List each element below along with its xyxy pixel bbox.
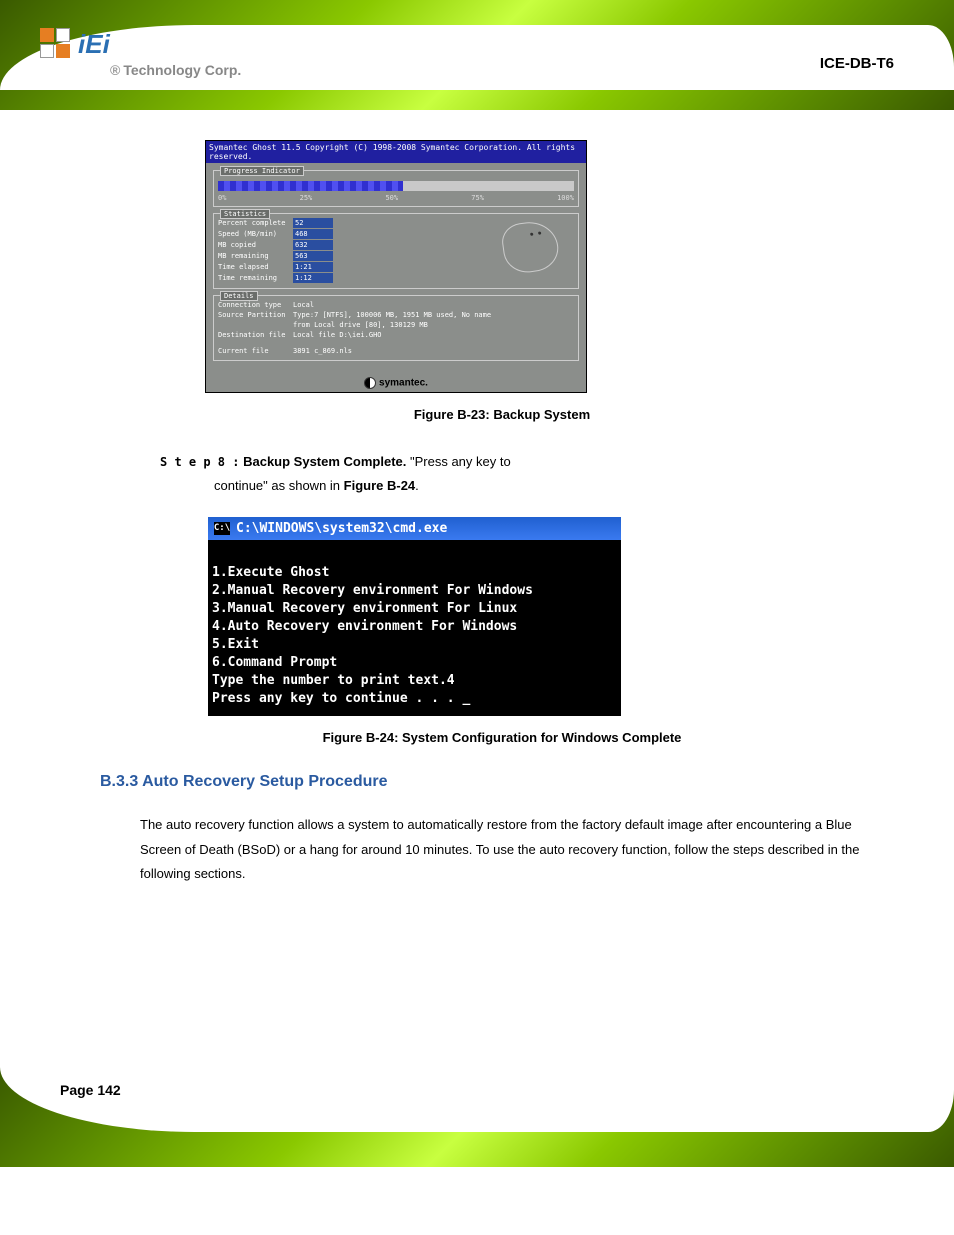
footer-band: Page 142	[0, 1067, 954, 1167]
step-text: "Press any key to	[406, 454, 510, 469]
stats-panel-label: Statistics	[220, 209, 270, 219]
stat-val: 1:21	[293, 262, 333, 272]
progress-panel: Progress Indicator 0% 25% 50% 75% 100%	[213, 170, 579, 207]
symantec-text: symantec.	[379, 378, 428, 389]
symantec-logo: symantec.	[206, 374, 586, 392]
step-text: .	[415, 478, 419, 493]
step-8: S t e p 8 : Backup System Complete. "Pre…	[140, 450, 864, 497]
detail-val: 3891 c_869.nls	[293, 346, 352, 356]
tick-100: 100%	[557, 194, 574, 202]
cmd-line: 5.Exit	[212, 637, 259, 652]
intro-paragraph: The auto recovery function allows a syst…	[140, 813, 864, 887]
cmd-icon: C:\	[214, 522, 230, 535]
detail-label: Destination file	[218, 330, 293, 340]
stat-val: 468	[293, 229, 333, 239]
logo-area: iEi	[40, 28, 110, 60]
detail-label: Connection type	[218, 300, 293, 310]
progress-fill	[218, 181, 403, 191]
cmd-titlebar: C:\ C:\WINDOWS\system32\cmd.exe	[208, 517, 621, 540]
cmd-line: Type the number to print text.4	[212, 673, 455, 688]
company-name: Technology Corp.	[123, 62, 241, 78]
stat-label: Time elapsed	[218, 262, 293, 273]
footer-swoosh	[0, 1067, 954, 1132]
figure-ref: Figure B-24	[344, 478, 416, 493]
logo-squares	[40, 28, 70, 60]
symantec-icon	[364, 377, 376, 389]
stat-label: MB copied	[218, 240, 293, 251]
progress-ticks: 0% 25% 50% 75% 100%	[218, 194, 574, 202]
cmd-line: 3.Manual Recovery environment For Linux	[212, 601, 517, 616]
stats-panel: Statistics Percent complete52 Speed (MB/…	[213, 213, 579, 289]
cmd-line: 1.Execute Ghost	[212, 565, 329, 580]
tick-25: 25%	[300, 194, 313, 202]
header-band: iEi ®Technology Corp. ICE-DB-T6	[0, 0, 954, 110]
cmd-title: C:\WINDOWS\system32\cmd.exe	[236, 521, 447, 536]
section-heading: B.3.3 Auto Recovery Setup Procedure	[100, 773, 864, 791]
detail-val: Type:7 [NTFS], 100006 MB, 1951 MB used, …	[293, 310, 491, 320]
ghost-titlebar: Symantec Ghost 11.5 Copyright (C) 1998-2…	[206, 141, 586, 163]
page-number: Page 142	[60, 1082, 121, 1098]
progress-label: Progress Indicator	[220, 166, 304, 176]
detail-val: Local	[293, 300, 314, 310]
stat-val: 563	[293, 251, 333, 261]
detail-label: Current file	[218, 346, 293, 356]
stat-label: MB remaining	[218, 251, 293, 262]
figure-ghost: Symantec Ghost 11.5 Copyright (C) 1998-2…	[205, 140, 864, 393]
stat-val: 632	[293, 240, 333, 250]
page-content: Symantec Ghost 11.5 Copyright (C) 1998-2…	[0, 110, 954, 947]
registered-mark: ®	[110, 62, 120, 78]
cmd-line: 6.Command Prompt	[212, 655, 337, 670]
stat-label: Percent complete	[218, 218, 293, 229]
details-panel-label: Details	[220, 291, 258, 301]
product-title: ICE-DB-T6	[820, 55, 894, 72]
figure-caption-23: Figure B-23: Backup System	[140, 407, 864, 422]
tick-50: 50%	[385, 194, 398, 202]
progress-bar	[218, 181, 574, 191]
logo-text: iEi	[78, 29, 110, 60]
tagline: ®Technology Corp.	[110, 62, 241, 78]
tick-75: 75%	[471, 194, 484, 202]
cmd-window: C:\ C:\WINDOWS\system32\cmd.exe 1.Execut…	[208, 517, 621, 716]
detail-val: Local file D:\iei.GHO	[293, 330, 382, 340]
figure-caption-24: Figure B-24: System Configuration for Wi…	[140, 730, 864, 745]
detail-label: Source Partition	[218, 310, 293, 320]
stat-val: 1:12	[293, 273, 333, 283]
detail-val: from Local drive [80], 130129 MB	[293, 320, 428, 330]
ghost-window: Symantec Ghost 11.5 Copyright (C) 1998-2…	[205, 140, 587, 393]
cmd-line: 4.Auto Recovery environment For Windows	[212, 619, 517, 634]
header-swoosh	[0, 25, 954, 90]
cmd-body: 1.Execute Ghost 2.Manual Recovery enviro…	[208, 540, 621, 716]
figure-cmd: C:\ C:\WINDOWS\system32\cmd.exe 1.Execut…	[208, 517, 864, 716]
step-bold: Backup System Complete.	[239, 454, 406, 469]
cmd-line: Press any key to continue . . . _	[212, 691, 470, 706]
cmd-line: 2.Manual Recovery environment For Window…	[212, 583, 533, 598]
stat-label: Speed (MB/min)	[218, 229, 293, 240]
step-number: S t e p 8 :	[160, 455, 239, 469]
step-text: continue" as shown in	[214, 478, 344, 493]
details-panel: Details Connection typeLocal Source Part…	[213, 295, 579, 361]
stat-label: Time remaining	[218, 273, 293, 284]
tick-0: 0%	[218, 194, 226, 202]
stat-val: 52	[293, 218, 333, 228]
